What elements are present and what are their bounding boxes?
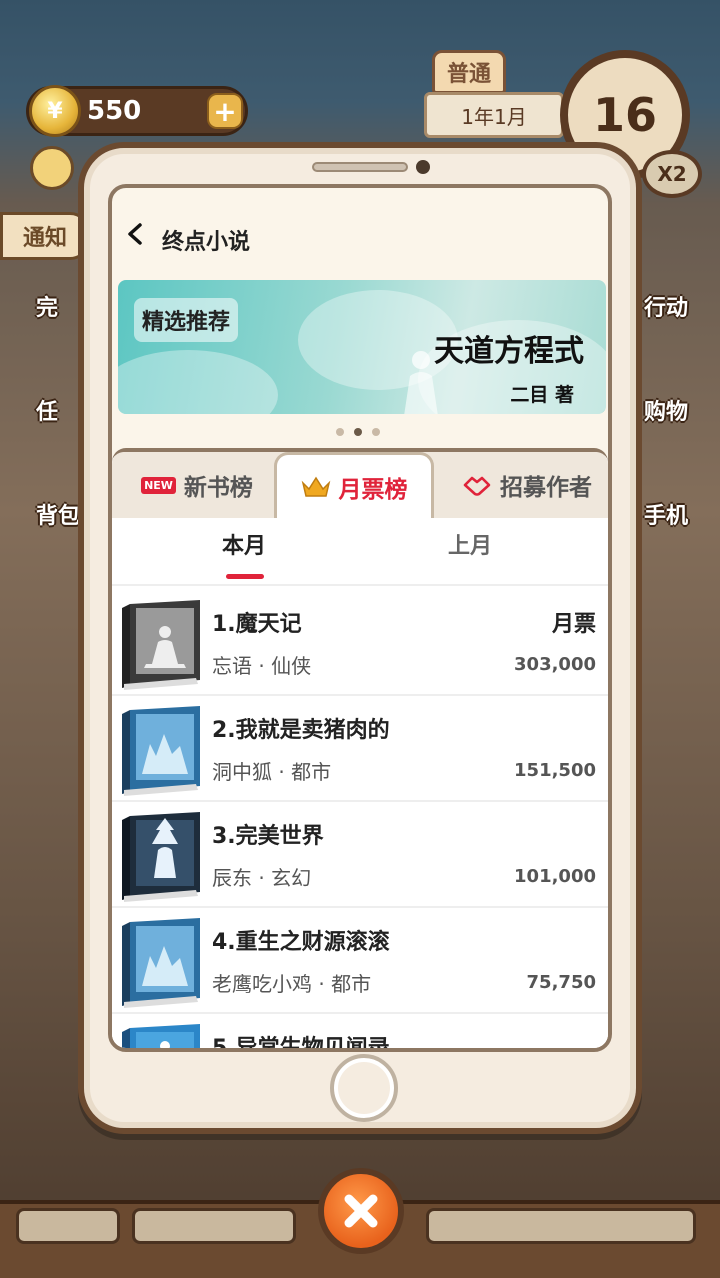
- coin-bar: ¥ 550 +: [26, 85, 248, 137]
- book-cover-dark: [122, 600, 200, 690]
- book-row[interactable]: 5.异常生物见闻录: [112, 1014, 608, 1052]
- subtab-this-month[interactable]: 本月: [222, 528, 266, 560]
- close-icon: [344, 1194, 378, 1228]
- ranking-panel: NEW 新书榜 月票榜 招募作者 本月 上月 1.魔天记 月票 忘语 · 仙侠 …: [112, 448, 608, 1052]
- book-cover-night: [122, 812, 200, 902]
- banner-cloud: [118, 350, 278, 414]
- book-meta: 忘语 · 仙侠: [212, 654, 312, 678]
- book-votes: 303,000: [514, 654, 596, 675]
- tab-label: 新书榜: [183, 475, 253, 501]
- carousel-dots: [336, 428, 380, 436]
- date-display: 1年1月: [424, 92, 564, 138]
- handshake-icon: [463, 476, 491, 496]
- side-item-shop[interactable]: 购物: [644, 394, 716, 474]
- phone-screen: 终点小说 精选推荐 天道方程式 二目 著 NEW 新书榜 月票榜 招募作者 本月…: [108, 184, 612, 1052]
- ranking-tabs: NEW 新书榜 月票榜 招募作者: [112, 452, 608, 518]
- crown-icon: [301, 476, 330, 497]
- phone-speaker: [312, 162, 408, 172]
- book-title: 5.异常生物见闻录: [212, 1036, 390, 1052]
- phone-camera: [416, 160, 430, 174]
- subtab-underline: [226, 574, 264, 579]
- book-row[interactable]: 1.魔天记 月票 忘语 · 仙侠 303,000: [112, 590, 608, 696]
- book-row[interactable]: 4.重生之财源滚滚 老鹰吃小鸡 · 都市 75,750: [112, 908, 608, 1014]
- bulb-icon[interactable]: [30, 146, 74, 190]
- carousel-dot-active[interactable]: [354, 428, 362, 436]
- bottom-slot[interactable]: [426, 1208, 696, 1244]
- book-meta: 辰东 · 玄幻: [212, 866, 312, 890]
- tab-monthly-votes[interactable]: 月票榜: [274, 452, 434, 518]
- book-title: 2.我就是卖猪肉的: [212, 718, 390, 743]
- book-votes: 101,000: [514, 866, 596, 887]
- side-item-action[interactable]: 行动: [644, 290, 716, 370]
- book-title: 3.完美世界: [212, 824, 324, 849]
- phone-home-button[interactable]: [330, 1054, 398, 1122]
- tab-new-books[interactable]: NEW 新书榜: [122, 452, 272, 518]
- book-row[interactable]: 3.完美世界 辰东 · 玄幻 101,000: [112, 802, 608, 908]
- new-badge-icon: NEW: [141, 476, 176, 494]
- close-button[interactable]: [318, 1168, 404, 1254]
- app-header: 终点小说: [112, 188, 608, 278]
- coin-icon: ¥: [29, 85, 81, 137]
- book-cover-blue: [122, 1024, 200, 1048]
- book-cover-blue: [122, 706, 200, 796]
- banner-book-title: 天道方程式: [434, 334, 584, 369]
- notice-tab[interactable]: 通知: [0, 212, 90, 260]
- book-row[interactable]: 2.我就是卖猪肉的 洞中狐 · 都市 151,500: [112, 696, 608, 802]
- book-cover-blue: [122, 918, 200, 1008]
- add-coins-button[interactable]: +: [207, 93, 243, 129]
- book-title: 1.魔天记: [212, 612, 302, 637]
- app-title: 终点小说: [162, 230, 251, 255]
- book-title: 4.重生之财源滚滚: [212, 930, 390, 955]
- side-item-phone[interactable]: 手机: [644, 498, 716, 578]
- tab-label: 月票榜: [338, 476, 408, 503]
- featured-banner[interactable]: 精选推荐 天道方程式 二目 著: [118, 280, 606, 414]
- difficulty-badge: 普通: [432, 50, 506, 94]
- phone-frame: 终点小说 精选推荐 天道方程式 二目 著 NEW 新书榜 月票榜 招募作者 本月…: [78, 142, 642, 1134]
- period-tabs: 本月 上月: [112, 518, 608, 586]
- banner-tag: 精选推荐: [134, 298, 239, 342]
- book-meta: 洞中狐 · 都市: [212, 760, 332, 784]
- book-votes: 75,750: [526, 972, 596, 993]
- votes-header: 月票: [551, 612, 596, 637]
- speed-button[interactable]: X2: [642, 150, 702, 198]
- clock-day: 16: [592, 88, 657, 142]
- bottom-slot[interactable]: [132, 1208, 296, 1244]
- tab-label: 招募作者: [500, 475, 592, 501]
- carousel-dot[interactable]: [372, 428, 380, 436]
- banner-author: 二目 著: [510, 384, 574, 406]
- book-meta: 老鹰吃小鸡 · 都市: [212, 972, 372, 996]
- back-arrow-icon[interactable]: [124, 222, 148, 246]
- book-votes: 151,500: [514, 760, 596, 781]
- subtab-last-month[interactable]: 上月: [448, 528, 492, 560]
- bottom-slot[interactable]: [16, 1208, 120, 1244]
- carousel-dot[interactable]: [336, 428, 344, 436]
- tab-recruit-authors[interactable]: 招募作者: [442, 452, 608, 518]
- coin-value: 550: [87, 96, 142, 126]
